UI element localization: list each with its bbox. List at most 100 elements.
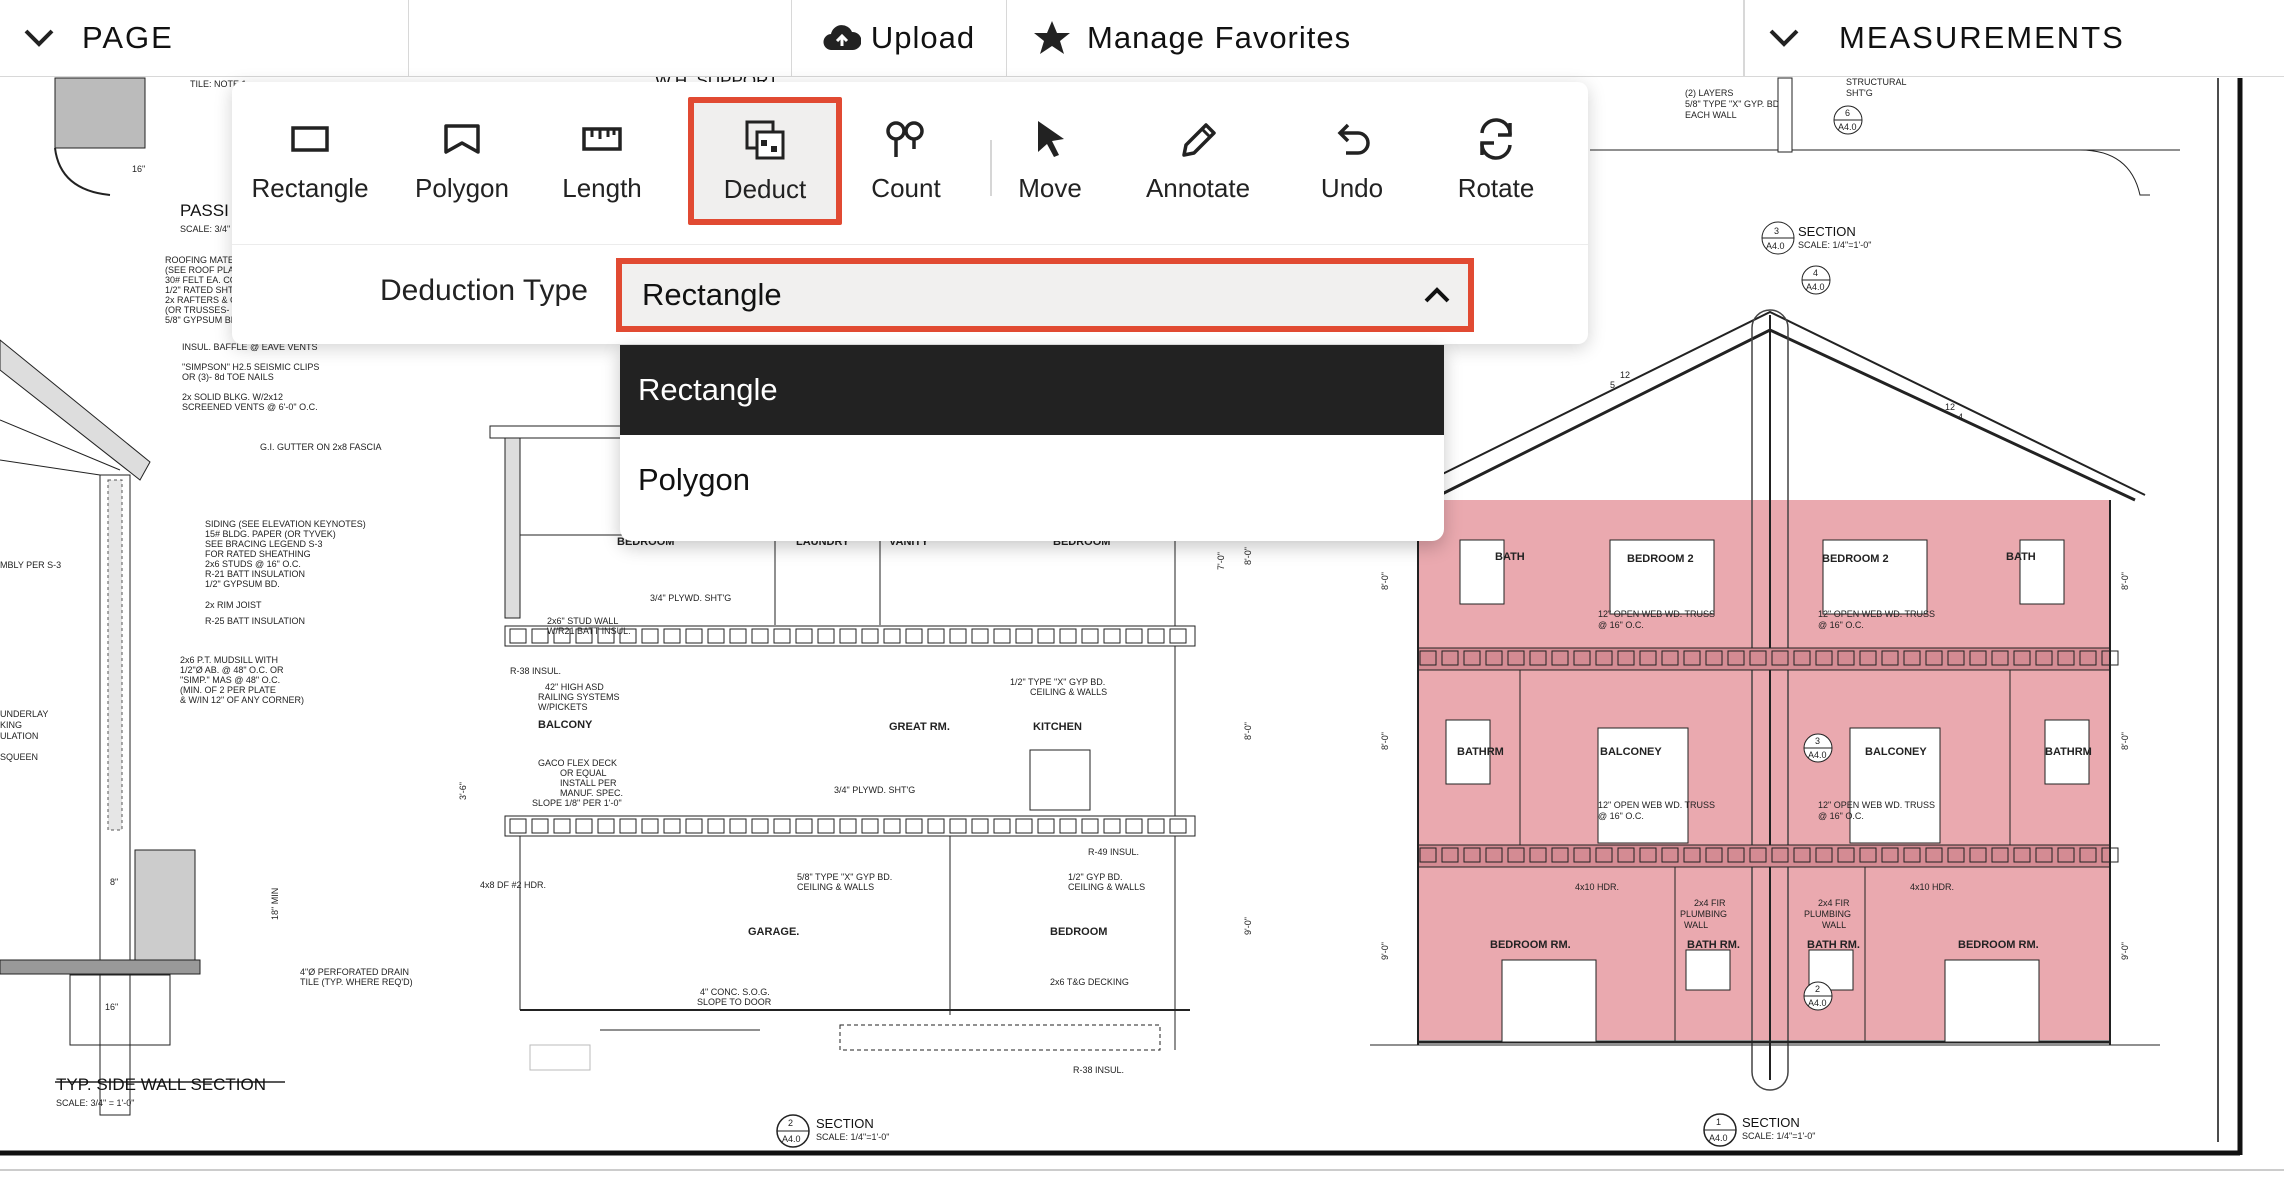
cloud-upload-icon: [823, 25, 861, 51]
middle-note: SLOPE 1/8" PER 1'-0": [532, 798, 622, 808]
room-label: BEDROOM RM.: [1490, 939, 1571, 951]
tool-undo-button[interactable]: Undo: [1282, 100, 1422, 220]
middle-note: RAILING SYSTEMS: [538, 692, 620, 702]
tool-deduct-button[interactable]: Deduct: [688, 97, 842, 225]
tool-annotate-button[interactable]: Annotate: [1128, 100, 1268, 220]
side-note: 4"Ø PERFORATED DRAIN: [300, 967, 409, 977]
pitch-mark: 5: [1610, 380, 1615, 390]
pen-icon: [1182, 122, 1216, 157]
room-label: BEDROOM: [1050, 926, 1107, 938]
tool-row: Rectangle Polygon Length Deduct Count Move Ann…: [232, 82, 1588, 242]
side-note: R-21 BATT INSULATION: [205, 569, 305, 579]
room-label: BATH: [1495, 551, 1525, 563]
polygon-icon: [444, 123, 480, 154]
side-note: G.I. GUTTER ON 2x8 FASCIA: [260, 442, 382, 452]
svg-text:A4.0: A4.0: [1808, 998, 1827, 1008]
top-right-note: SHT'G: [1846, 88, 1873, 98]
tool-polygon-button[interactable]: Polygon: [392, 100, 532, 220]
top-right-note: (2) LAYERS: [1685, 88, 1733, 98]
top-right-notes: (2) LAYERS5/8" TYPE "X" GYP. BD.EACH WAL…: [1685, 77, 1907, 120]
middle-note: 2x6" STUD WALL: [547, 616, 618, 626]
ref-6-tag: 6 A4.0: [1833, 105, 1863, 135]
side-note: 30# FELT EA. CO: [165, 275, 237, 285]
tool-length-button[interactable]: Length: [532, 100, 672, 220]
side-note: SEE BRACING LEGEND S-3: [205, 539, 323, 549]
right-note: @ 16" O.C.: [1818, 811, 1864, 821]
tool-label: Rotate: [1457, 172, 1535, 203]
middle-note: 3/4" PLYWD. SHT'G: [834, 785, 915, 795]
svg-text:2: 2: [788, 1118, 793, 1128]
side-note: R-25 BATT INSULATION: [205, 616, 305, 626]
middle-note: W/R21 BATT INSUL.: [547, 626, 631, 636]
right-note: @ 16" O.C.: [1598, 811, 1644, 821]
middle-note: R-38 INSUL.: [510, 666, 561, 676]
ref-4-tag: 4 A4.0: [1801, 265, 1831, 295]
middle-note: 4" CONC. S.O.G.: [700, 987, 770, 997]
deduction-type-dropdown: Rectangle Polygon: [620, 345, 1444, 541]
measured-area[interactable]: [1418, 500, 2110, 1040]
pitch-mark: 4: [1958, 412, 1963, 422]
measurements-panel-toggle[interactable]: MEASUREMENTS: [1744, 0, 2284, 76]
deduction-type-value: Rectangle: [642, 277, 782, 312]
chevron-down-icon: [24, 29, 54, 47]
option-polygon[interactable]: Polygon: [620, 435, 1444, 525]
middle-note: CEILING & WALLS: [1068, 882, 1145, 892]
tool-count-button[interactable]: Count: [836, 100, 976, 220]
middle-note: 1/2" TYPE "X" GYP BD.: [1010, 677, 1105, 687]
dimension: 7'-0": [1216, 552, 1226, 570]
right-note: PLUMBING: [1680, 909, 1727, 919]
tool-rotate-button[interactable]: Rotate: [1426, 100, 1566, 220]
right-note: @ 16" O.C.: [1818, 620, 1864, 630]
deduction-type-select[interactable]: Rectangle: [616, 258, 1474, 332]
svg-text:1: 1: [1716, 1117, 1721, 1127]
svg-text:SCALE: 1/4"=1'-0": SCALE: 1/4"=1'-0": [816, 1132, 889, 1142]
top-bar: PAGE Upload Manage Favorites MEASUREMENT…: [0, 0, 2284, 77]
tool-label: Move: [1018, 172, 1082, 203]
side-wall-notes: ROOFING MATE(SEE ROOF PLA30# FELT EA. CO…: [165, 255, 413, 987]
tool-label: Polygon: [415, 172, 509, 203]
dimension: 8'-0": [1243, 547, 1253, 565]
side-note: (SEE ROOF PLA: [165, 265, 234, 275]
room-label: BEDROOM RM.: [1958, 939, 2039, 951]
svg-text:A4.0: A4.0: [1709, 1133, 1728, 1143]
middle-note: CEILING & WALLS: [1030, 687, 1107, 697]
ref-3-inline-tag: 3 A4.0: [1803, 733, 1833, 763]
room-label: BATH RM.: [1807, 939, 1860, 951]
room-label: BATHRM: [2045, 746, 2092, 758]
upload-button[interactable]: Upload: [792, 0, 1007, 76]
manage-favorites-button[interactable]: Manage Favorites: [1007, 0, 1744, 76]
room-label: GARAGE.: [748, 926, 799, 938]
room-label: BALCONEY: [1600, 746, 1662, 758]
tool-label: Length: [562, 172, 642, 203]
edge-note: KING: [0, 720, 22, 730]
tool-label: Annotate: [1145, 172, 1251, 203]
measurements-label: MEASUREMENTS: [1839, 20, 2125, 55]
topbar-spacer: [409, 0, 792, 76]
side-note: 1/2" GYPSUM BD.: [205, 579, 280, 589]
tool-rectangle-button[interactable]: Rectangle: [240, 100, 380, 220]
star-icon: [1034, 21, 1070, 54]
section-1-tag: 1 A4.0 SECTION SCALE: 1/4"=1'-0": [1703, 1113, 1815, 1147]
side-note: 1/2"Ø AB. @ 48" O.C. OR: [180, 665, 284, 675]
room-label: BATH: [2006, 551, 2036, 563]
page-panel-toggle[interactable]: PAGE: [0, 0, 409, 76]
chevron-up-icon: [1424, 287, 1450, 303]
svg-text:A4.0: A4.0: [1806, 282, 1825, 292]
section-3-tag: 3 A4.0 SECTION SCALE: 1/4"=1'-0": [1761, 221, 1871, 255]
middle-note: OR EQUAL: [560, 768, 607, 778]
side-note: (MIN. OF 2 PER PLATE: [180, 685, 276, 695]
tool-move-button[interactable]: Move: [980, 100, 1120, 220]
side-note: TILE (TYP. WHERE REQ'D): [300, 977, 413, 987]
option-rectangle[interactable]: Rectangle: [620, 345, 1444, 435]
edge-note: MBLY PER S-3: [0, 560, 61, 570]
svg-text:18" MIN: 18" MIN: [270, 888, 280, 920]
middle-note: 1/2" GYP BD.: [1068, 872, 1123, 882]
svg-text:16": 16": [132, 164, 145, 174]
svg-text:SCALE: 3/4" = 1'-0": SCALE: 3/4" = 1'-0": [56, 1098, 134, 1108]
side-note: 2x RAFTERS & C: [165, 295, 237, 305]
middle-note: CEILING & WALLS: [797, 882, 874, 892]
middle-note: MANUF. SPEC.: [560, 788, 623, 798]
right-note: 12" OPEN WEB WD. TRUSS: [1818, 609, 1935, 619]
upload-label: Upload: [870, 20, 976, 55]
side-note: OR (3)- 8d TOE NAILS: [182, 372, 274, 382]
